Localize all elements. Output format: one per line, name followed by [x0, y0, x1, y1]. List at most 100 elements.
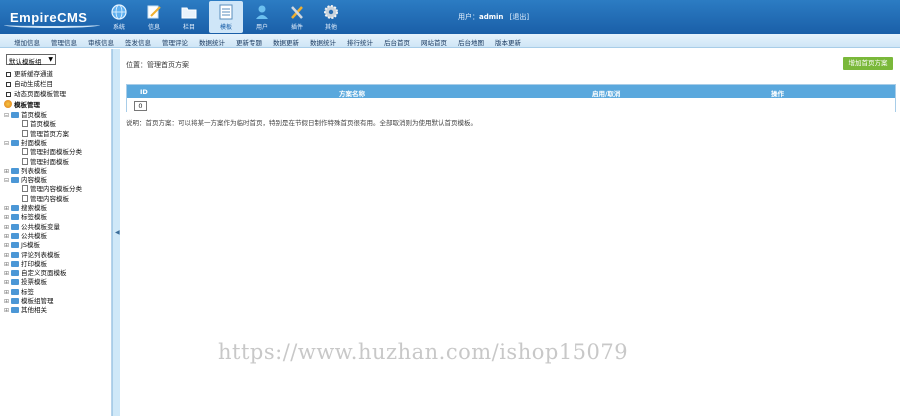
menu-item[interactable]: 审核信息	[88, 37, 114, 47]
checkbox-icon	[6, 92, 11, 97]
breadcrumb: 位置：管理首页方案	[126, 61, 189, 69]
nav-other[interactable]: 其他	[314, 1, 348, 33]
folder-icon	[11, 112, 19, 118]
pencil-icon	[147, 5, 161, 19]
folder-icon	[11, 242, 19, 249]
document-icon	[22, 194, 28, 202]
document-icon	[22, 129, 28, 137]
collapse-icon[interactable]: ⊟	[4, 140, 11, 147]
quick-link-label: 动态页面模板管理	[14, 90, 66, 98]
table-header: ID 方案名称 启用/取消 操作	[127, 85, 895, 98]
quick-link-autogen[interactable]: 自动生成栏目	[6, 78, 53, 88]
nav-label: 栏目	[182, 24, 195, 31]
checkbox-icon	[6, 82, 11, 87]
menu-item[interactable]: 管理评论	[162, 37, 188, 47]
folder-icon	[11, 205, 19, 211]
nav-label: 系统	[112, 24, 125, 31]
tree-root[interactable]: 模板管理	[4, 99, 40, 109]
collapse-icon[interactable]: ⊟	[4, 177, 11, 184]
nav-plugin[interactable]: 插件	[280, 1, 314, 33]
quick-link-label: 自动生成栏目	[14, 80, 53, 88]
menu-item[interactable]: 排行统计	[347, 37, 373, 47]
empirecms-logo: EmpireCMS	[4, 6, 100, 28]
nav-template[interactable]: 模板	[209, 1, 243, 33]
folder-icon	[11, 270, 19, 277]
logout-link[interactable]: [退出]	[510, 13, 529, 21]
nav-label: 用户	[255, 24, 268, 31]
user-info: 用户：admin [退出]	[458, 12, 529, 22]
template-root-icon	[4, 100, 12, 108]
nav-label: 模板	[219, 24, 232, 31]
folder-icon	[11, 223, 19, 230]
menu-item[interactable]: 数据统计	[310, 37, 336, 47]
menu-item[interactable]: 数据更新	[273, 37, 299, 47]
folder-icon	[11, 214, 19, 221]
col-id: ID	[140, 88, 148, 96]
expand-icon[interactable]: ⊞	[4, 307, 11, 314]
user-prefix: 用户：	[458, 13, 479, 21]
folder-icon	[11, 279, 19, 286]
help-note: 说明：首页方案：可以将某一方案作为临时首页，特别是在节假日制作特殊首页很有用。全…	[126, 119, 477, 127]
document-icon	[22, 185, 28, 193]
nav-column[interactable]: 栏目	[172, 1, 206, 33]
quick-link-label: 更新缓存通道	[14, 70, 53, 78]
folder-icon	[11, 260, 19, 267]
template-group-value: 默认模板组	[9, 58, 42, 66]
menu-item[interactable]: 网站首页	[421, 37, 447, 47]
watermark-text: https://www.huzhan.com/ishop15079	[218, 340, 629, 364]
nav-label: 其他	[324, 24, 337, 31]
scheme-table: ID 方案名称 启用/取消 操作 0	[126, 84, 896, 112]
user-icon	[256, 5, 268, 19]
quick-link-dynamic[interactable]: 动态页面模板管理	[6, 88, 66, 98]
nav-label: 信息	[147, 24, 160, 31]
add-homepage-scheme-button[interactable]: 增加首页方案	[843, 57, 893, 70]
globe-icon	[111, 4, 127, 20]
tree-folder[interactable]: ⊞ 其他相关	[4, 304, 47, 314]
document-icon	[22, 120, 28, 128]
folder-icon	[11, 167, 19, 174]
sidebar-splitter[interactable]: ◀	[112, 49, 120, 416]
quick-link-cache[interactable]: 更新缓存通道	[6, 68, 53, 78]
nav-user[interactable]: 用户	[245, 1, 279, 33]
nav-label: 插件	[290, 24, 303, 31]
folder-icon	[11, 307, 19, 314]
quick-menu-bar: 增加信息 管理信息 审核信息 签发信息 管理评论 数据统计 更新专题 数据更新 …	[0, 34, 900, 48]
menu-item[interactable]: 数据统计	[199, 37, 225, 47]
collapse-icon[interactable]: ⊟	[4, 112, 11, 119]
template-icon	[219, 4, 233, 20]
id-input[interactable]: 0	[134, 101, 147, 111]
col-actions: 操作	[771, 90, 784, 98]
nav-system[interactable]: 系统	[102, 1, 136, 33]
col-scheme-name: 方案名称	[339, 90, 365, 98]
table-row: 0	[127, 99, 895, 112]
menu-item[interactable]: 更新专题	[236, 37, 262, 47]
tree-root-label: 模板管理	[14, 101, 40, 109]
folder-icon	[11, 298, 19, 304]
tree-item-label: 其他相关	[21, 306, 47, 315]
logo-swoosh-icon	[4, 22, 100, 28]
menu-item[interactable]: 增加信息	[14, 37, 40, 47]
menu-item[interactable]: 后台地图	[458, 37, 484, 47]
menu-item[interactable]: 后台首页	[384, 37, 410, 47]
document-icon	[22, 148, 28, 156]
folder-icon	[11, 232, 19, 239]
col-enable-cancel: 启用/取消	[592, 90, 621, 98]
chevron-down-icon: ▼	[48, 56, 53, 63]
gear-icon	[324, 5, 338, 19]
folder-icon	[11, 288, 19, 295]
folder-icon	[181, 7, 197, 19]
username: admin	[479, 13, 504, 21]
document-icon	[22, 157, 28, 165]
folder-icon	[11, 139, 19, 146]
template-group-select[interactable]: 默认模板组 ▼	[6, 54, 56, 66]
menu-item[interactable]: 版本更新	[495, 37, 521, 47]
folder-icon	[11, 251, 19, 258]
menu-item[interactable]: 签发信息	[125, 37, 151, 47]
nav-info[interactable]: 信息	[137, 1, 171, 33]
collapse-arrow-icon[interactable]: ◀	[115, 229, 120, 236]
tools-icon	[291, 6, 303, 19]
sidebar: 默认模板组 ▼ 更新缓存通道 自动生成栏目 动态页面模板管理 模板管理 ⊟ 首页模…	[0, 49, 112, 416]
menu-item[interactable]: 管理信息	[51, 37, 77, 47]
top-header: EmpireCMS 系统 信息 栏目 模板 用户 插件 其他 用户：admin …	[0, 0, 900, 34]
folder-icon	[11, 177, 19, 184]
